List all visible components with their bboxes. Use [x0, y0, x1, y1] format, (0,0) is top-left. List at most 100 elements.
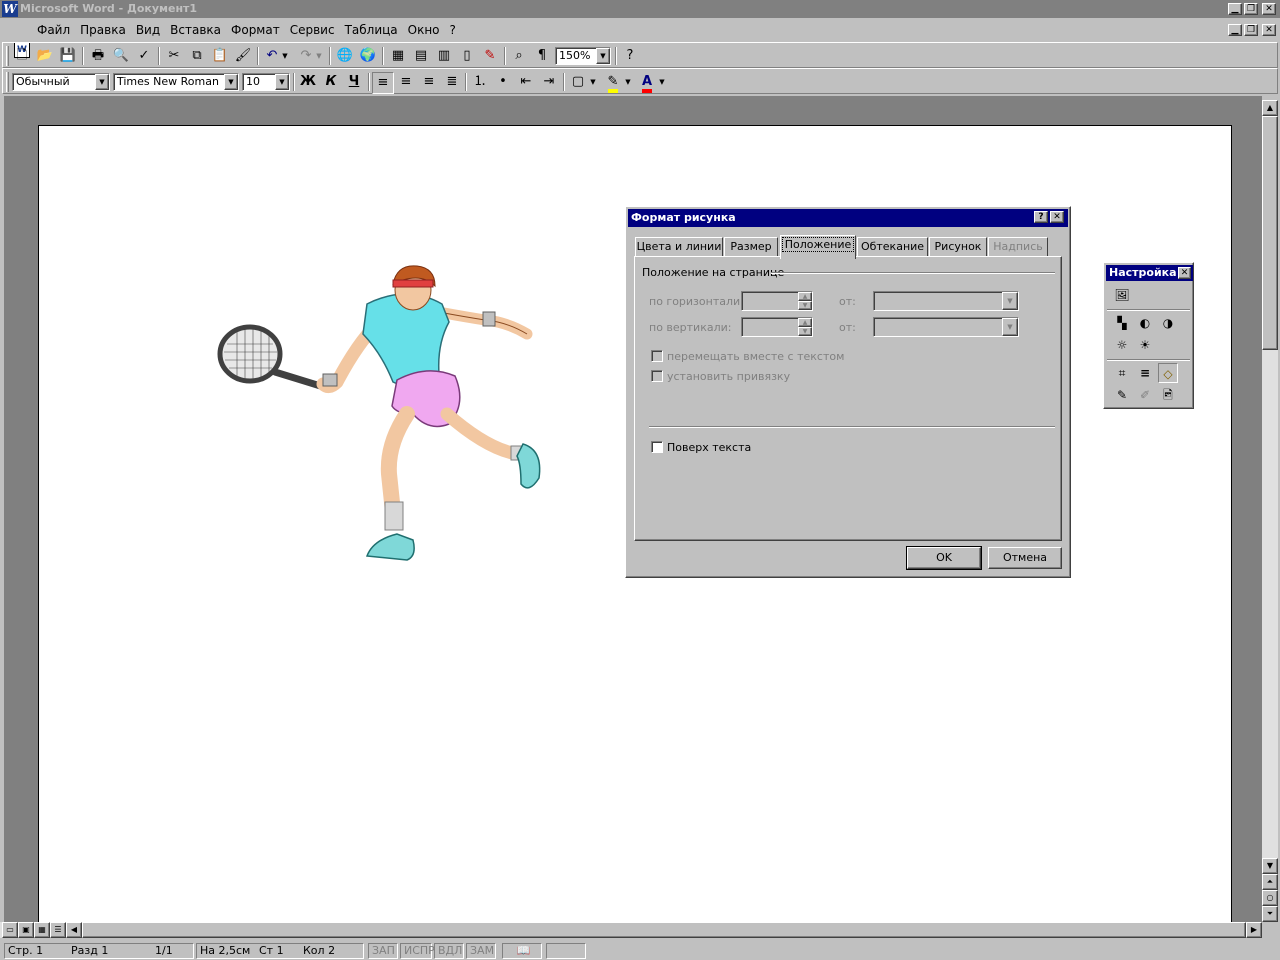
dialog-title-bar[interactable]: Формат рисунка ? ✕	[628, 209, 1068, 227]
tables-borders-icon[interactable]: ▦	[387, 46, 409, 68]
normal-view-icon[interactable]: ▭	[2, 922, 18, 938]
menu-item-6[interactable]: Таблица	[340, 20, 403, 40]
toolbar-grip[interactable]	[6, 72, 9, 92]
insert-hyperlink-icon[interactable]: 🌐	[334, 46, 356, 68]
format-painter-icon[interactable]: 🖌	[232, 46, 254, 68]
print-icon[interactable]: 🖶	[87, 46, 109, 68]
numbering-icon[interactable]: ⒈	[469, 72, 491, 94]
tennis-player-picture[interactable]	[217, 264, 577, 574]
zoom-select[interactable]: 150% ▼	[555, 47, 611, 65]
image-control-icon[interactable]: ▚	[1112, 313, 1132, 333]
increase-indent-icon[interactable]: ⇥	[538, 72, 560, 94]
reset-picture-icon[interactable]: 🖻	[1158, 385, 1178, 405]
insert-picture-icon[interactable]: 🖼	[1112, 285, 1132, 305]
document-map-icon[interactable]: ⌕	[508, 46, 530, 68]
insert-excel-icon[interactable]: ▥	[433, 46, 455, 68]
set-transparent-color-icon[interactable]: ✐	[1135, 385, 1155, 405]
italic-button[interactable]: К	[320, 72, 342, 94]
bullets-icon[interactable]: •	[492, 72, 514, 94]
format-picture-icon[interactable]: ✎	[1112, 385, 1132, 405]
chevron-down-icon[interactable]: ▼	[596, 48, 610, 64]
ok-button[interactable]: OK	[906, 546, 982, 570]
more-contrast-icon[interactable]: ◐	[1135, 313, 1155, 333]
menu-item-7[interactable]: Окно	[403, 20, 445, 40]
close-icon[interactable]: ✕	[1050, 211, 1064, 223]
insert-table-icon[interactable]: ▤	[410, 46, 432, 68]
menu-item-0[interactable]: Файл	[32, 20, 75, 40]
outline-view-icon[interactable]: ☰	[50, 922, 66, 938]
tab-picture[interactable]: Рисунок	[929, 237, 987, 257]
scroll-down-icon[interactable]: ▼	[1262, 858, 1278, 874]
justify-icon[interactable]: ≣	[441, 72, 463, 94]
scroll-right-icon[interactable]: ▶	[1246, 922, 1262, 938]
cancel-button[interactable]: Отмена	[988, 547, 1062, 569]
menu-item-8[interactable]: ?	[445, 20, 461, 40]
align-right-icon[interactable]: ≡	[418, 72, 440, 94]
over-text-label[interactable]: Поверх текста	[667, 441, 751, 454]
horizontal-scroll-thumb[interactable]	[82, 922, 1246, 938]
chevron-down-icon[interactable]: ▼	[95, 74, 109, 90]
menu-item-1[interactable]: Правка	[75, 20, 131, 40]
scroll-up-icon[interactable]: ▲	[1262, 100, 1278, 116]
help-icon[interactable]: ?	[619, 46, 641, 68]
borders-dropdown-icon[interactable]: ▼	[587, 72, 599, 94]
status-rec[interactable]: ЗАП	[368, 943, 398, 959]
status-ovr[interactable]: ЗАМ	[466, 943, 496, 959]
minimize-button[interactable]: ▁	[1228, 3, 1242, 15]
more-brightness-icon[interactable]: ☼	[1112, 335, 1132, 355]
align-left-icon[interactable]: ≡	[372, 72, 394, 94]
underline-button[interactable]: Ч	[343, 72, 365, 94]
word-app-icon[interactable]: W	[2, 1, 18, 17]
style-select[interactable]: Обычный ▼	[12, 73, 110, 91]
font-color-dropdown-icon[interactable]: ▼	[656, 72, 668, 94]
less-contrast-icon[interactable]: ◑	[1158, 313, 1178, 333]
drawing-icon[interactable]: ✎	[479, 46, 501, 68]
cut-icon[interactable]: ✂	[163, 46, 185, 68]
font-size-select[interactable]: 10 ▼	[242, 73, 290, 91]
toolbar-grip[interactable]	[6, 46, 9, 66]
picture-toolbar-title-bar[interactable]: Настройка ✕	[1106, 265, 1193, 281]
horizontal-scrollbar[interactable]: ▭ ▣ ▦ ☰ ◀ ▶	[0, 922, 1262, 938]
save-icon[interactable]: 💾	[57, 46, 79, 68]
new-document-icon[interactable]: 🗋	[11, 46, 33, 68]
next-page-icon[interactable]: ⏷	[1262, 906, 1278, 922]
borders-icon[interactable]: ▢	[567, 72, 589, 94]
align-center-icon[interactable]: ≡	[395, 72, 417, 94]
status-trk[interactable]: ИСПР	[400, 943, 435, 959]
tab-wrapping[interactable]: Обтекание	[857, 237, 928, 257]
tab-position[interactable]: Положение	[780, 235, 856, 259]
menu-item-2[interactable]: Вид	[131, 20, 165, 40]
less-brightness-icon[interactable]: ☀	[1135, 335, 1155, 355]
paste-icon[interactable]: 📋	[209, 46, 231, 68]
doc-close-button[interactable]: ✕	[1262, 24, 1276, 36]
help-icon[interactable]: ?	[1034, 211, 1048, 223]
line-style-icon[interactable]: ≡	[1135, 363, 1155, 383]
status-ext[interactable]: ВДЛ	[434, 943, 464, 959]
columns-icon[interactable]: ▯	[456, 46, 478, 68]
show-hide-icon[interactable]: ¶	[531, 46, 553, 68]
font-color-icon[interactable]: A	[636, 72, 658, 94]
spelling-status-icon[interactable]: 📖	[502, 943, 542, 959]
doc-restore-button[interactable]: ❐	[1244, 24, 1258, 36]
open-folder-icon[interactable]: 📂	[34, 46, 56, 68]
page-layout-icon[interactable]: ▦	[34, 922, 50, 938]
text-wrapping-icon[interactable]: ◇	[1158, 363, 1178, 383]
vertical-scrollbar[interactable]: ▲ ▼ ⏶ ○ ⏷	[1262, 100, 1278, 922]
doc-minimize-button[interactable]: ▁	[1228, 24, 1242, 36]
vertical-scroll-thumb[interactable]	[1262, 116, 1278, 350]
spelling-icon[interactable]: ✓	[133, 46, 155, 68]
menu-item-3[interactable]: Вставка	[165, 20, 226, 40]
decrease-indent-icon[interactable]: ⇤	[515, 72, 537, 94]
bold-button[interactable]: Ж	[297, 72, 319, 94]
copy-icon[interactable]: ⧉	[186, 46, 208, 68]
close-button[interactable]: ✕	[1262, 3, 1276, 15]
chevron-down-icon[interactable]: ▼	[224, 74, 238, 90]
over-text-checkbox[interactable]	[651, 441, 663, 453]
redo-dropdown-icon[interactable]: ▼	[313, 46, 325, 68]
tab-size[interactable]: Размер	[724, 237, 778, 257]
print-preview-icon[interactable]: 🔍	[110, 46, 132, 68]
highlight-dropdown-icon[interactable]: ▼	[622, 72, 634, 94]
menu-item-5[interactable]: Сервис	[285, 20, 340, 40]
undo-dropdown-icon[interactable]: ▼	[279, 46, 291, 68]
chevron-down-icon[interactable]: ▼	[275, 74, 289, 90]
